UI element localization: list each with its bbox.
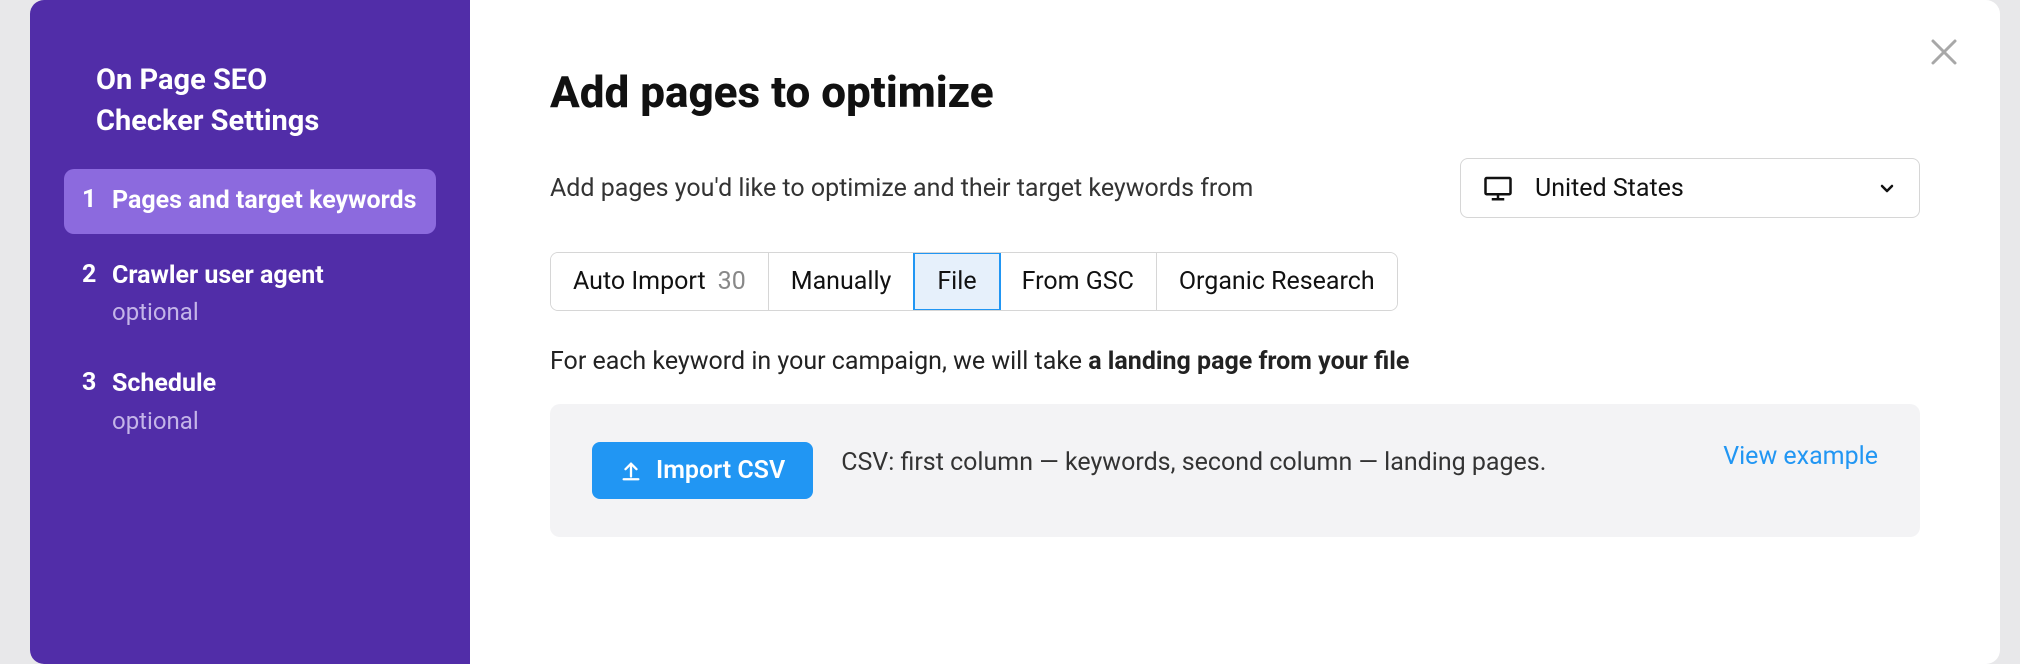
description-text: Add pages you'd like to optimize and the… <box>550 174 1253 203</box>
tab-label: File <box>937 267 976 296</box>
import-tabs: Auto Import 30 Manually File From GSC Or… <box>550 252 1398 311</box>
sidebar-steps: 1 Pages and target keywords 2 Crawler us… <box>64 169 436 461</box>
step-label: Pages and target keywords <box>112 185 416 218</box>
description-row: Add pages you'd like to optimize and the… <box>550 158 1920 218</box>
tab-count: 30 <box>718 267 746 296</box>
keyword-desc-bold: a landing page from your file <box>1088 347 1409 376</box>
import-button-label: Import CSV <box>656 456 785 485</box>
tab-manually[interactable]: Manually <box>769 253 915 310</box>
tab-from-gsc[interactable]: From GSC <box>1000 253 1157 310</box>
step-label: Schedule <box>112 368 216 401</box>
sidebar: On Page SEO Checker Settings 1 Pages and… <box>30 0 470 664</box>
import-desc-wrap: CSV: first column — keywords, second col… <box>841 442 1878 485</box>
tab-label: Auto Import <box>573 267 706 296</box>
chevron-down-icon <box>1877 178 1897 198</box>
step-optional: optional <box>112 298 324 326</box>
step-number: 1 <box>82 185 112 214</box>
step-number: 2 <box>82 260 112 289</box>
country-label: United States <box>1535 174 1684 203</box>
tab-organic-research[interactable]: Organic Research <box>1157 253 1397 310</box>
keyword-desc-prefix: For each keyword in your campaign, we wi… <box>550 347 1088 376</box>
sidebar-title-line2: Checker Settings <box>96 104 319 138</box>
tab-label: From GSC <box>1022 267 1134 296</box>
desktop-icon <box>1483 173 1513 203</box>
upload-icon <box>620 460 642 482</box>
step-body: Crawler user agent optional <box>112 260 324 327</box>
import-csv-button[interactable]: Import CSV <box>592 442 813 499</box>
sidebar-title-line1: On Page SEO <box>96 63 267 97</box>
tab-auto-import[interactable]: Auto Import 30 <box>551 253 769 310</box>
keyword-description: For each keyword in your campaign, we wi… <box>550 347 1920 376</box>
tab-label: Manually <box>791 267 892 296</box>
sidebar-title: On Page SEO Checker Settings <box>64 60 436 141</box>
step-schedule[interactable]: 3 Schedule optional <box>64 352 436 451</box>
settings-modal: On Page SEO Checker Settings 1 Pages and… <box>30 0 2000 664</box>
step-pages-keywords[interactable]: 1 Pages and target keywords <box>64 169 436 234</box>
close-icon <box>1929 37 1959 67</box>
step-body: Pages and target keywords <box>112 185 416 218</box>
step-label: Crawler user agent <box>112 260 324 293</box>
import-description: CSV: first column — keywords, second col… <box>841 442 1683 485</box>
view-example-link[interactable]: View example <box>1723 442 1878 471</box>
main-content: Add pages to optimize Add pages you'd li… <box>470 0 2000 664</box>
tab-label: Organic Research <box>1179 267 1375 296</box>
step-body: Schedule optional <box>112 368 216 435</box>
page-title: Add pages to optimize <box>550 66 1920 118</box>
country-select[interactable]: United States <box>1460 158 1920 218</box>
step-optional: optional <box>112 407 216 435</box>
country-select-left: United States <box>1483 173 1684 203</box>
step-crawler-user-agent[interactable]: 2 Crawler user agent optional <box>64 244 436 343</box>
import-panel: Import CSV CSV: first column — keywords,… <box>550 404 1920 537</box>
close-button[interactable] <box>1922 30 1966 74</box>
step-number: 3 <box>82 368 112 397</box>
tab-file[interactable]: File <box>913 252 1000 311</box>
